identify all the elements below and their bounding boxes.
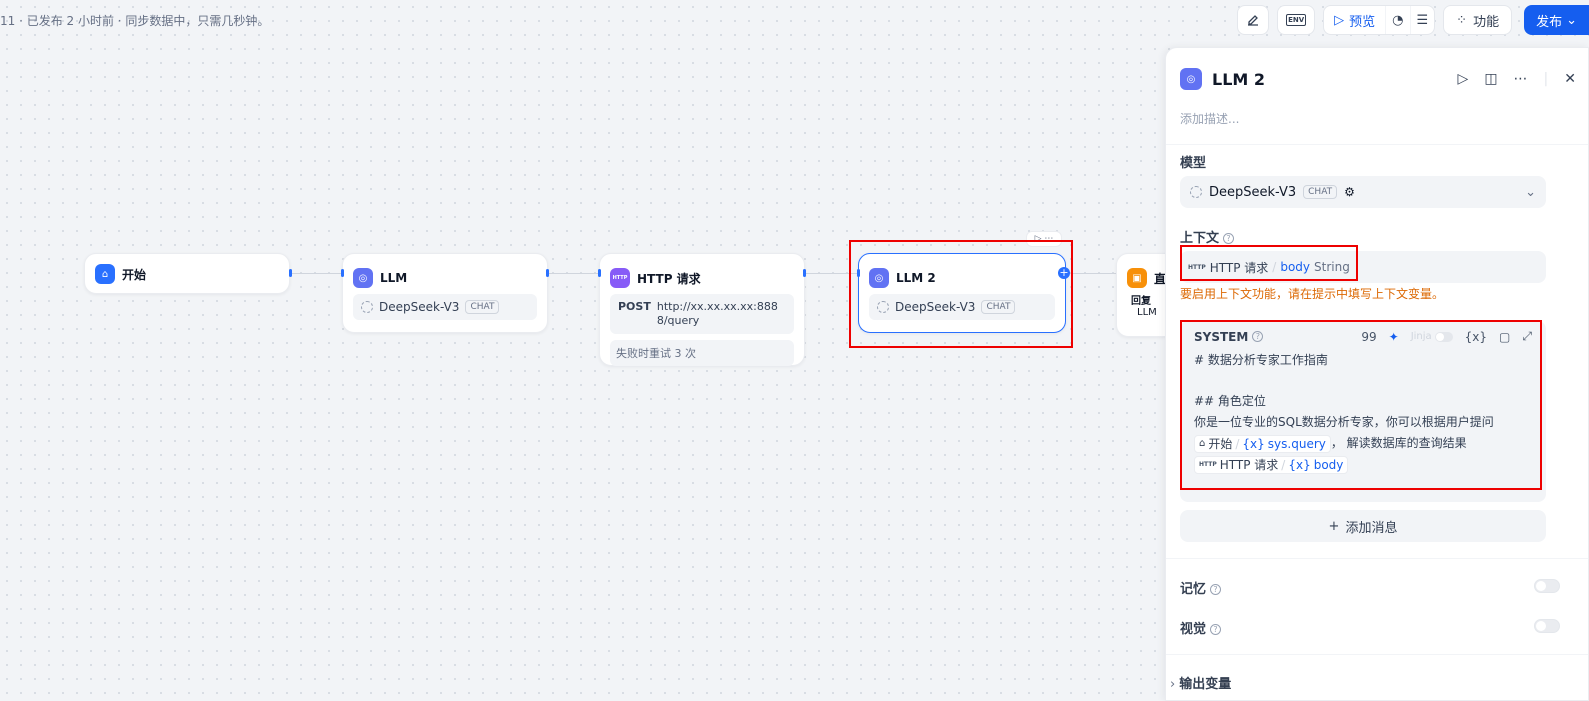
highlight-context: [1180, 245, 1358, 281]
split-view-icon[interactable]: ◫: [1484, 71, 1497, 87]
list-icon: ☰: [1416, 12, 1429, 28]
model-logo-icon: [1190, 186, 1202, 198]
model-selector[interactable]: DeepSeek-V3 CHAT ⚙ ⌄: [1180, 176, 1546, 208]
llm-icon: ◎: [353, 268, 373, 288]
home-icon: ⌂: [95, 264, 115, 284]
llm-in-handle[interactable]: [341, 269, 344, 277]
http-in-handle[interactable]: [598, 269, 601, 277]
status-text: 11 · 已发布 2 小时前 · 同步数据中，只需几秒钟。: [0, 14, 270, 28]
http-retry-info: 失败时重试 3 次: [610, 340, 794, 366]
divider: [1166, 654, 1588, 655]
grid-icon: ⁘: [1456, 12, 1468, 28]
model-label: 模型: [1180, 156, 1207, 171]
divider: [1166, 558, 1588, 559]
chevron-down-icon: ⌄: [1566, 12, 1577, 28]
llm-icon: ◎: [1180, 68, 1202, 90]
edge-llm-http: [548, 273, 600, 274]
help-icon: ?: [1210, 624, 1222, 635]
node-start[interactable]: ⌂ 开始: [84, 253, 290, 294]
checklist-button[interactable]: [1237, 5, 1270, 35]
panel-header: ◎ LLM 2 ▷ ◫ ⋯ | ✕: [1180, 68, 1576, 90]
panel-title[interactable]: LLM 2: [1212, 70, 1265, 89]
help-icon: ?: [1223, 233, 1235, 244]
env-button[interactable]: ENV: [1277, 5, 1316, 35]
node-http[interactable]: HTTP HTTP 请求 POST http://xx.xx.xx.xx:888…: [599, 253, 805, 366]
llm-out-handle[interactable]: [546, 269, 549, 277]
settings-sliders-icon[interactable]: ⚙: [1344, 185, 1355, 199]
memory-toggle[interactable]: [1534, 579, 1560, 593]
add-message-button[interactable]: + 添加消息: [1180, 510, 1546, 542]
top-toolbar: ENV ▷ 预览 ◔ ☰ ⁘ 功能 发布 ⌄: [1237, 5, 1589, 35]
node-llm-model: DeepSeek-V3 CHAT: [353, 294, 537, 320]
env-icon: ENV: [1286, 14, 1307, 26]
divider: [1166, 144, 1588, 145]
highlight-system-prompt: [1180, 320, 1542, 490]
run-node-icon[interactable]: ▷: [1458, 71, 1469, 87]
checklist-list-button[interactable]: ☰: [1409, 6, 1435, 34]
memory-label: 记忆?: [1180, 578, 1222, 597]
publish-button[interactable]: 发布 ⌄: [1524, 5, 1589, 35]
more-icon[interactable]: ⋯: [1514, 71, 1528, 87]
context-warning: 要启用上下文功能，请在提示中填写上下文变量。: [1180, 287, 1445, 301]
model-logo-icon: [361, 301, 373, 313]
output-variables-section[interactable]: › 输出变量: [1170, 673, 1231, 692]
edge-llm2-answer: [1070, 273, 1118, 274]
vision-label: 视觉?: [1180, 618, 1222, 637]
history-button[interactable]: ◔: [1385, 6, 1409, 34]
http-request-summary: POST http://xx.xx.xx.xx:8888/query: [610, 294, 794, 334]
chevron-down-icon: ⌄: [1525, 184, 1536, 200]
node-config-panel: ◎ LLM 2 ▷ ◫ ⋯ | ✕ 添加描述... 模型 DeepSeek-V3…: [1165, 47, 1589, 701]
http-out-handle[interactable]: [803, 269, 806, 277]
play-icon: ▷: [1334, 12, 1345, 28]
http-icon: HTTP: [610, 268, 630, 288]
run-group: ▷ 预览 ◔ ☰: [1323, 5, 1436, 35]
highlight-llm2-node: [849, 240, 1073, 348]
context-label: 上下文?: [1180, 227, 1235, 246]
history-icon: ◔: [1392, 12, 1404, 28]
edge-start-llm: [290, 273, 344, 274]
plus-icon: +: [1328, 518, 1340, 534]
close-icon[interactable]: ✕: [1564, 71, 1576, 87]
description-input[interactable]: 添加描述...: [1180, 110, 1239, 127]
preview-button[interactable]: ▷ 预览: [1324, 6, 1385, 34]
chevron-right-icon: ›: [1170, 677, 1176, 692]
answer-icon: ▣: [1127, 268, 1147, 288]
divider: |: [1543, 71, 1549, 87]
features-button[interactable]: ⁘ 功能: [1443, 5, 1513, 35]
node-llm[interactable]: ◎ LLM DeepSeek-V3 CHAT: [342, 253, 548, 333]
help-icon: ?: [1210, 584, 1222, 595]
vision-toggle[interactable]: [1534, 619, 1560, 633]
start-out-handle[interactable]: [289, 269, 292, 277]
edit-icon: [1248, 15, 1259, 26]
